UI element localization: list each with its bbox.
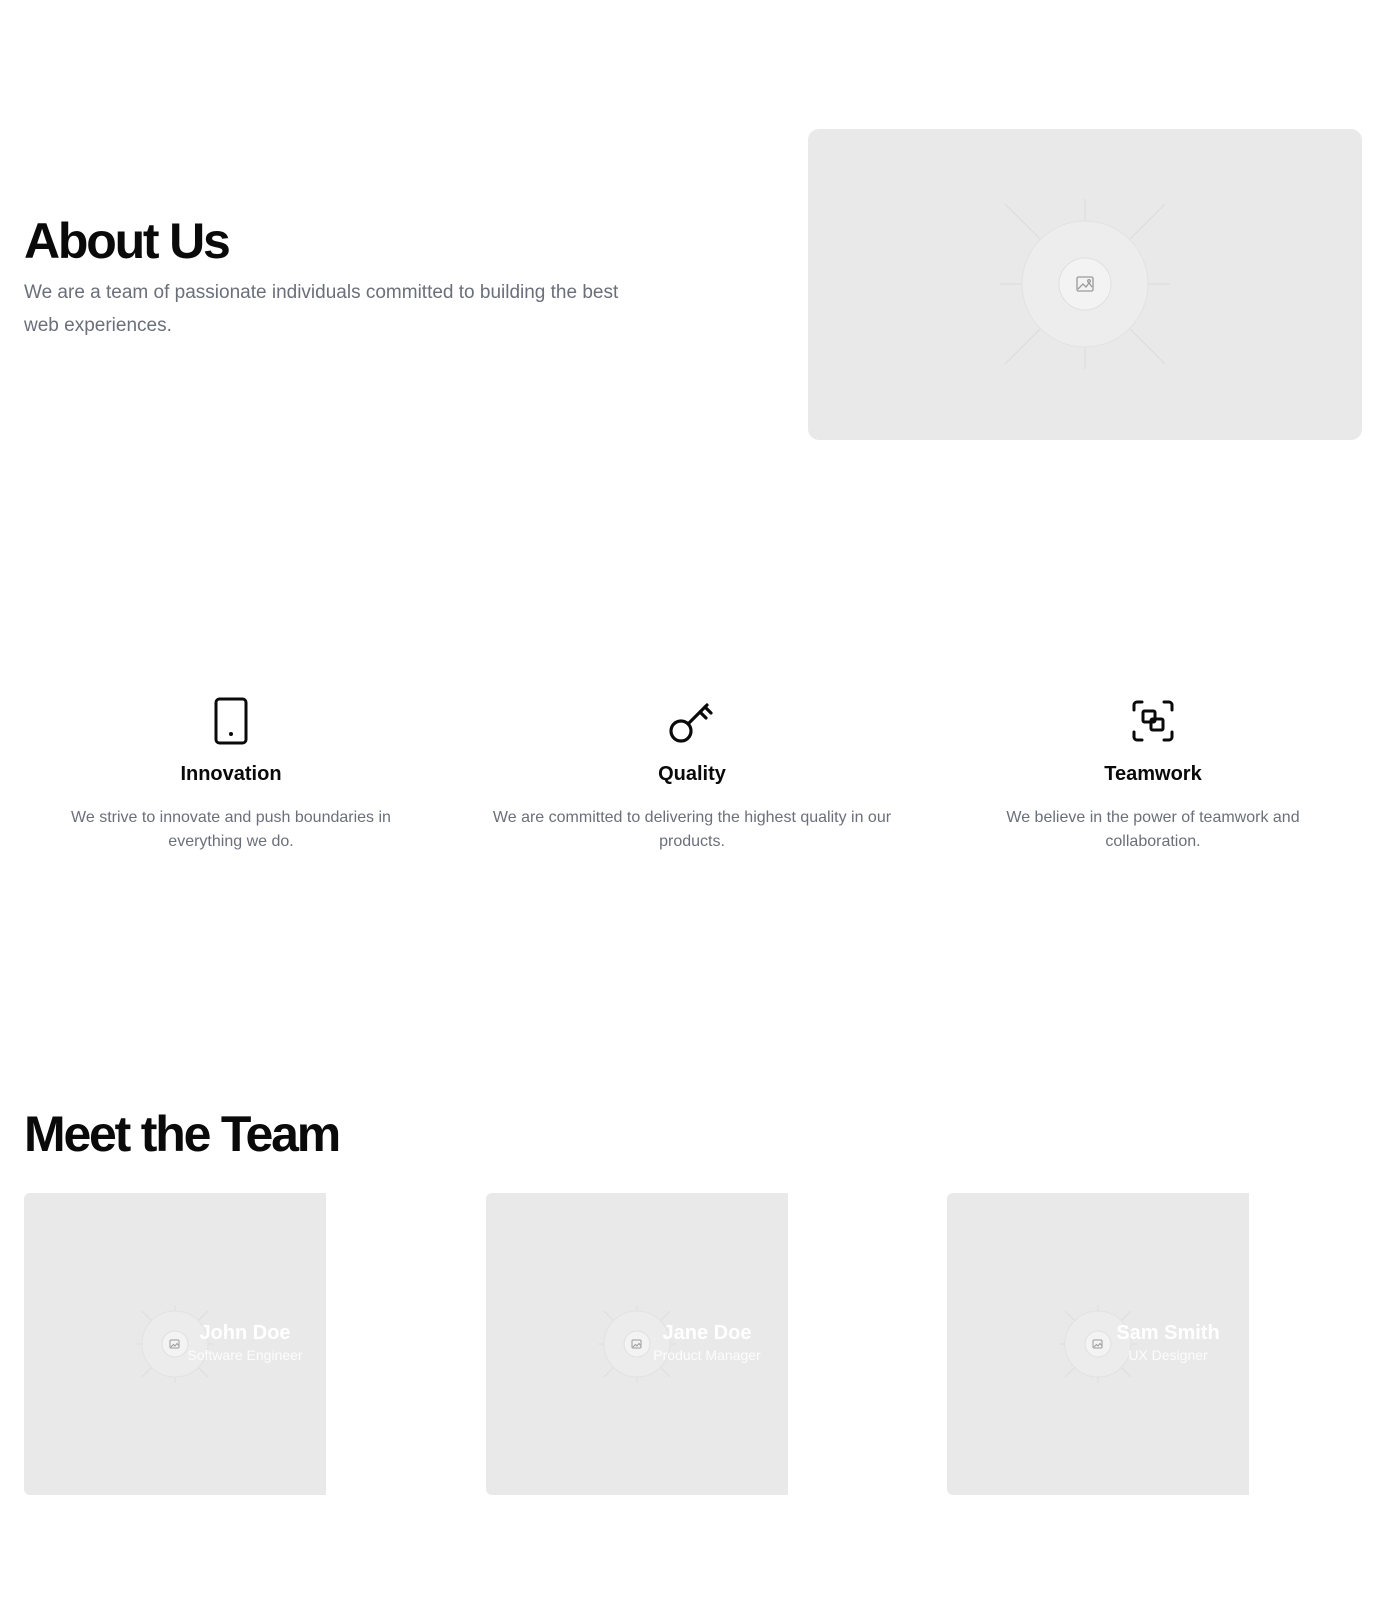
image-placeholder-graphic [1000, 199, 1170, 369]
member-role: UX Designer [1128, 1347, 1208, 1363]
member-name: Sam Smith [1116, 1322, 1220, 1344]
key-icon [669, 703, 713, 743]
value-title: Innovation [180, 763, 282, 785]
value-title: Quality [658, 763, 726, 785]
value-innovation: Innovation We strive to innovate and pus… [11, 696, 451, 854]
about-title: About Us [24, 213, 231, 269]
value-title: Teamwork [1104, 763, 1202, 785]
team-member-card: Jane Doe Product Manager [486, 1193, 788, 1495]
member-name: John Doe [199, 1322, 291, 1344]
team-member-card: Sam Smith UX Designer [947, 1193, 1249, 1495]
value-teamwork: Teamwork We believe in the power of team… [933, 696, 1373, 854]
value-description: We strive to innovate and push boundarie… [71, 809, 391, 850]
value-description: We believe in the power of teamwork and … [1006, 809, 1300, 850]
about-image-placeholder [808, 129, 1362, 440]
frame-icon [1132, 700, 1174, 742]
team-member-info: John Doe Software Engineer [135, 1321, 355, 1365]
member-role: Product Manager [653, 1347, 761, 1363]
team-member-card: John Doe Software Engineer [24, 1193, 326, 1495]
about-page: About Us We are a team of passionate ind… [0, 0, 1376, 1613]
team-member-info: Jane Doe Product Manager [597, 1321, 817, 1365]
member-name: Jane Doe [662, 1322, 752, 1344]
team-member-info: Sam Smith UX Designer [1058, 1321, 1278, 1365]
value-quality: Quality We are committed to delivering t… [472, 696, 912, 854]
member-role: Software Engineer [187, 1347, 303, 1363]
team-title: Meet the Team [24, 1106, 341, 1162]
about-text: About Us We are a team of passionate ind… [24, 216, 644, 342]
tablet-icon [214, 697, 248, 745]
about-description: We are a team of passionate individuals … [24, 282, 619, 336]
value-description: We are committed to delivering the highe… [492, 809, 892, 850]
